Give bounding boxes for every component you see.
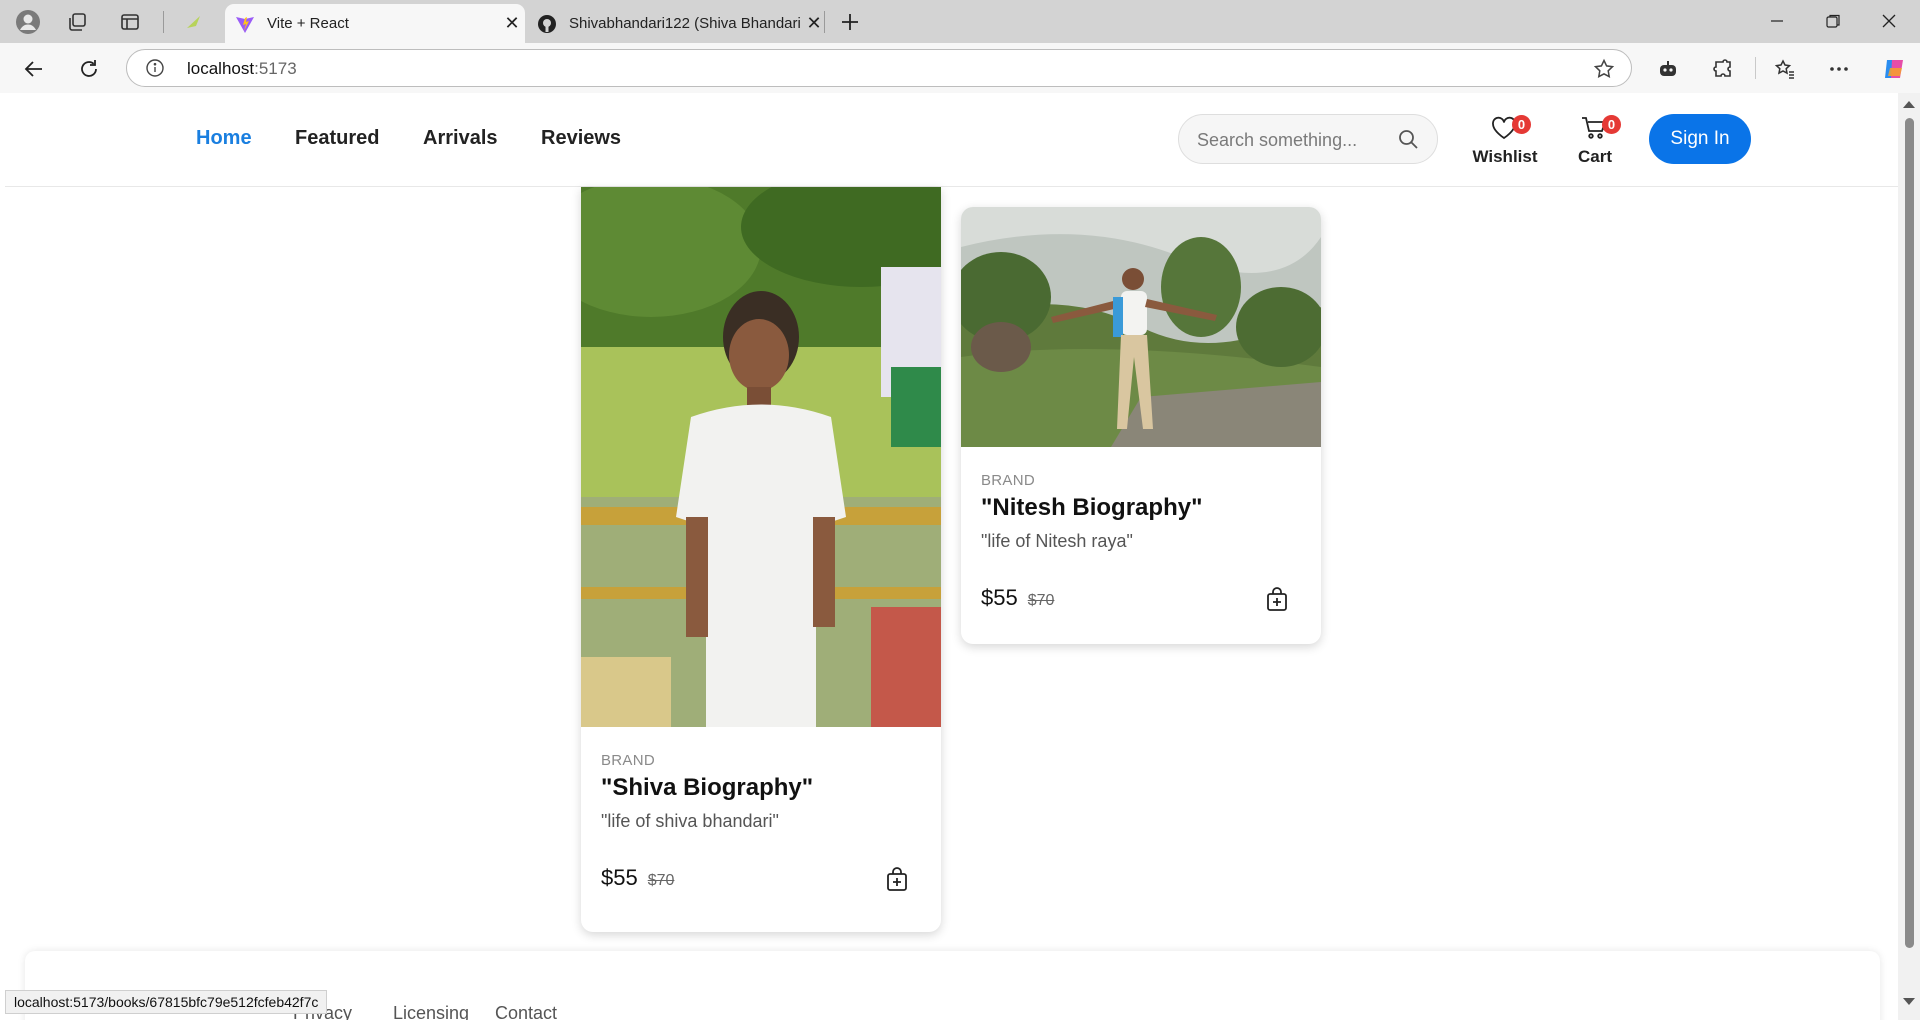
product-image[interactable] xyxy=(961,207,1321,447)
product-description: "life of Nitesh raya" xyxy=(981,531,1133,551)
product-image[interactable] xyxy=(581,187,941,727)
url-text: localhost:5173 xyxy=(187,59,297,78)
tab-actions-icon[interactable] xyxy=(116,8,144,36)
site-header: Home Featured Arrivals Reviews 0 Wishlis… xyxy=(5,93,1902,187)
product-title[interactable]: "Nitesh Biography" xyxy=(981,494,1202,522)
footer-link-contact[interactable]: Contact xyxy=(495,1003,557,1020)
search-icon[interactable] xyxy=(1397,128,1419,155)
browser-toolbar: localhost:5173 xyxy=(0,43,1920,93)
add-to-cart-icon[interactable] xyxy=(1263,584,1291,614)
product-description: "life of shiva bhandari" xyxy=(601,811,779,831)
tab-title: Vite + React xyxy=(267,15,349,32)
github-logo-icon xyxy=(537,14,557,34)
old-price: $70 xyxy=(647,872,675,889)
tab-title: Shivabhandari122 (Shiva Bhandari) xyxy=(569,15,801,32)
scroll-up-arrow-icon[interactable] xyxy=(1903,101,1915,108)
current-price: $55 xyxy=(601,865,638,890)
scroll-down-arrow-icon[interactable] xyxy=(1903,998,1915,1005)
profile-icon[interactable] xyxy=(14,8,42,36)
old-price: $70 xyxy=(1027,592,1055,609)
copilot-icon[interactable] xyxy=(1878,53,1910,85)
new-tab-icon[interactable] xyxy=(836,8,864,36)
address-bar[interactable]: localhost:5173 xyxy=(126,49,1632,87)
more-options-icon[interactable] xyxy=(1823,53,1855,85)
product-price: $55 $70 xyxy=(601,865,674,891)
pinned-tab-icon[interactable] xyxy=(180,8,208,36)
favorites-icon[interactable] xyxy=(1769,53,1801,85)
restore-icon[interactable] xyxy=(1810,6,1856,36)
tab-separator xyxy=(163,11,164,33)
close-window-icon[interactable] xyxy=(1866,6,1912,36)
product-title[interactable]: "Shiva Biography" xyxy=(601,774,813,802)
status-bar-url: localhost:5173/books/67815bfc79e512fcfeb… xyxy=(5,990,328,1014)
nav-reviews[interactable]: Reviews xyxy=(541,127,621,150)
product-card[interactable]: BRAND "Nitesh Biography" "life of Nitesh… xyxy=(961,207,1321,644)
toolbar-divider xyxy=(1755,57,1756,79)
cart-button[interactable]: 0 Cart xyxy=(1550,111,1640,171)
product-brand: BRAND xyxy=(601,752,656,769)
favorite-star-icon[interactable] xyxy=(1593,58,1615,85)
product-card[interactable]: BRAND "Shiva Biography" "life of shiva b… xyxy=(581,187,941,932)
site-info-icon[interactable] xyxy=(145,58,165,83)
vite-logo-icon xyxy=(235,14,255,34)
nav-featured[interactable]: Featured xyxy=(295,127,379,150)
workspaces-icon[interactable] xyxy=(63,8,91,36)
extensions-icon[interactable] xyxy=(1707,53,1739,85)
cart-count-badge: 0 xyxy=(1602,115,1621,134)
copilot-bot-icon[interactable] xyxy=(1652,53,1684,85)
search-box xyxy=(1178,114,1438,164)
tab-vite-react[interactable]: Vite + React ✕ xyxy=(225,4,525,43)
wishlist-count-badge: 0 xyxy=(1512,115,1531,134)
page-scrollbar[interactable] xyxy=(1898,93,1920,1020)
footer-link-licensing[interactable]: Licensing xyxy=(393,1003,469,1020)
minimize-icon[interactable] xyxy=(1754,6,1800,36)
browser-tab-bar: Vite + React ✕ Shivabhandari122 (Shiva B… xyxy=(0,0,1920,43)
tab-separator xyxy=(824,11,825,33)
nav-arrivals[interactable]: Arrivals xyxy=(423,127,498,150)
cart-label: Cart xyxy=(1577,147,1612,166)
back-icon[interactable] xyxy=(18,53,50,85)
scrollbar-thumb[interactable] xyxy=(1905,118,1914,948)
add-to-cart-icon[interactable] xyxy=(883,864,911,894)
wishlist-label: Wishlist xyxy=(1472,147,1538,166)
page-viewport: Home Featured Arrivals Reviews 0 Wishlis… xyxy=(5,93,1902,1020)
reload-icon[interactable] xyxy=(73,53,105,85)
product-price: $55 $70 xyxy=(981,585,1054,611)
sign-in-button[interactable]: Sign In xyxy=(1649,114,1751,164)
tab-github[interactable]: Shivabhandari122 (Shiva Bhandari) ✕ xyxy=(527,4,827,43)
current-price: $55 xyxy=(981,585,1018,610)
search-input[interactable] xyxy=(1197,127,1387,153)
product-brand: BRAND xyxy=(981,472,1036,489)
wishlist-button[interactable]: 0 Wishlist xyxy=(1460,111,1550,171)
close-tab-icon[interactable]: ✕ xyxy=(499,13,525,34)
nav-home[interactable]: Home xyxy=(196,127,252,150)
